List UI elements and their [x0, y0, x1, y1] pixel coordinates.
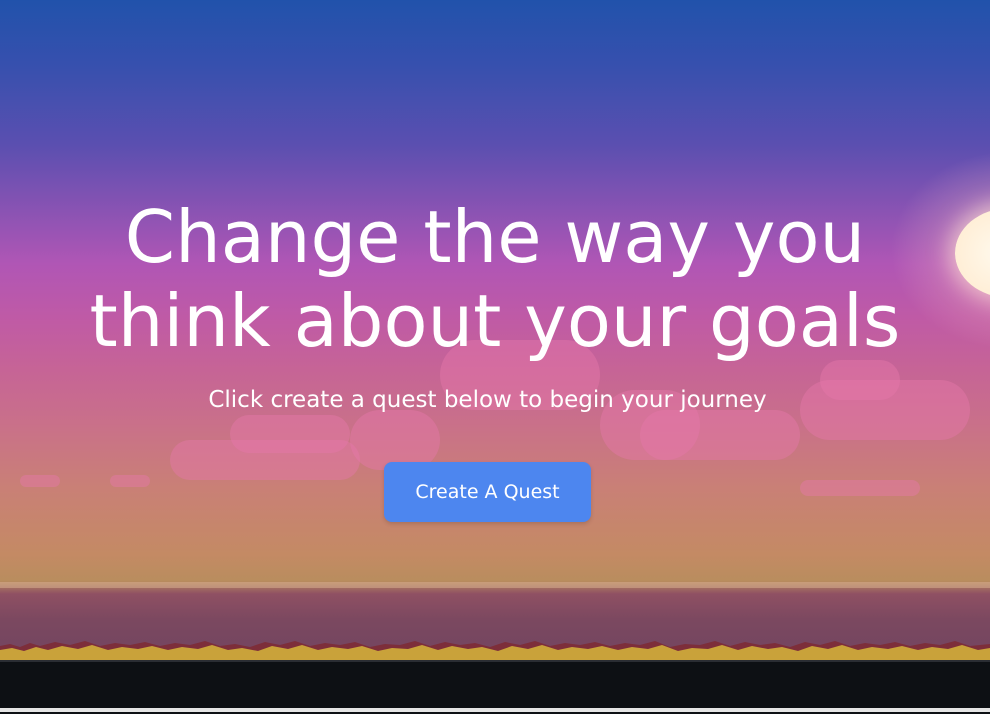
- hero-title: Change the way you think about your goal…: [0, 195, 990, 363]
- hero-title-line1: Change the way you: [124, 195, 866, 279]
- cloud: [640, 410, 800, 460]
- hero-title-line2: think about your goals: [89, 279, 901, 363]
- pixel-grass: [0, 636, 990, 660]
- hero-subtitle: Click create a quest below to begin your…: [208, 387, 767, 413]
- bottom-edge: [0, 708, 990, 712]
- footer-bar: [0, 660, 990, 714]
- cloud: [350, 410, 440, 470]
- create-quest-button[interactable]: Create A Quest: [384, 462, 591, 522]
- cloud: [110, 475, 150, 487]
- cloud: [800, 480, 920, 496]
- horizon-line: [0, 582, 990, 588]
- cloud: [230, 415, 350, 453]
- hero-section: Change the way you think about your goal…: [0, 0, 990, 660]
- cloud: [20, 475, 60, 487]
